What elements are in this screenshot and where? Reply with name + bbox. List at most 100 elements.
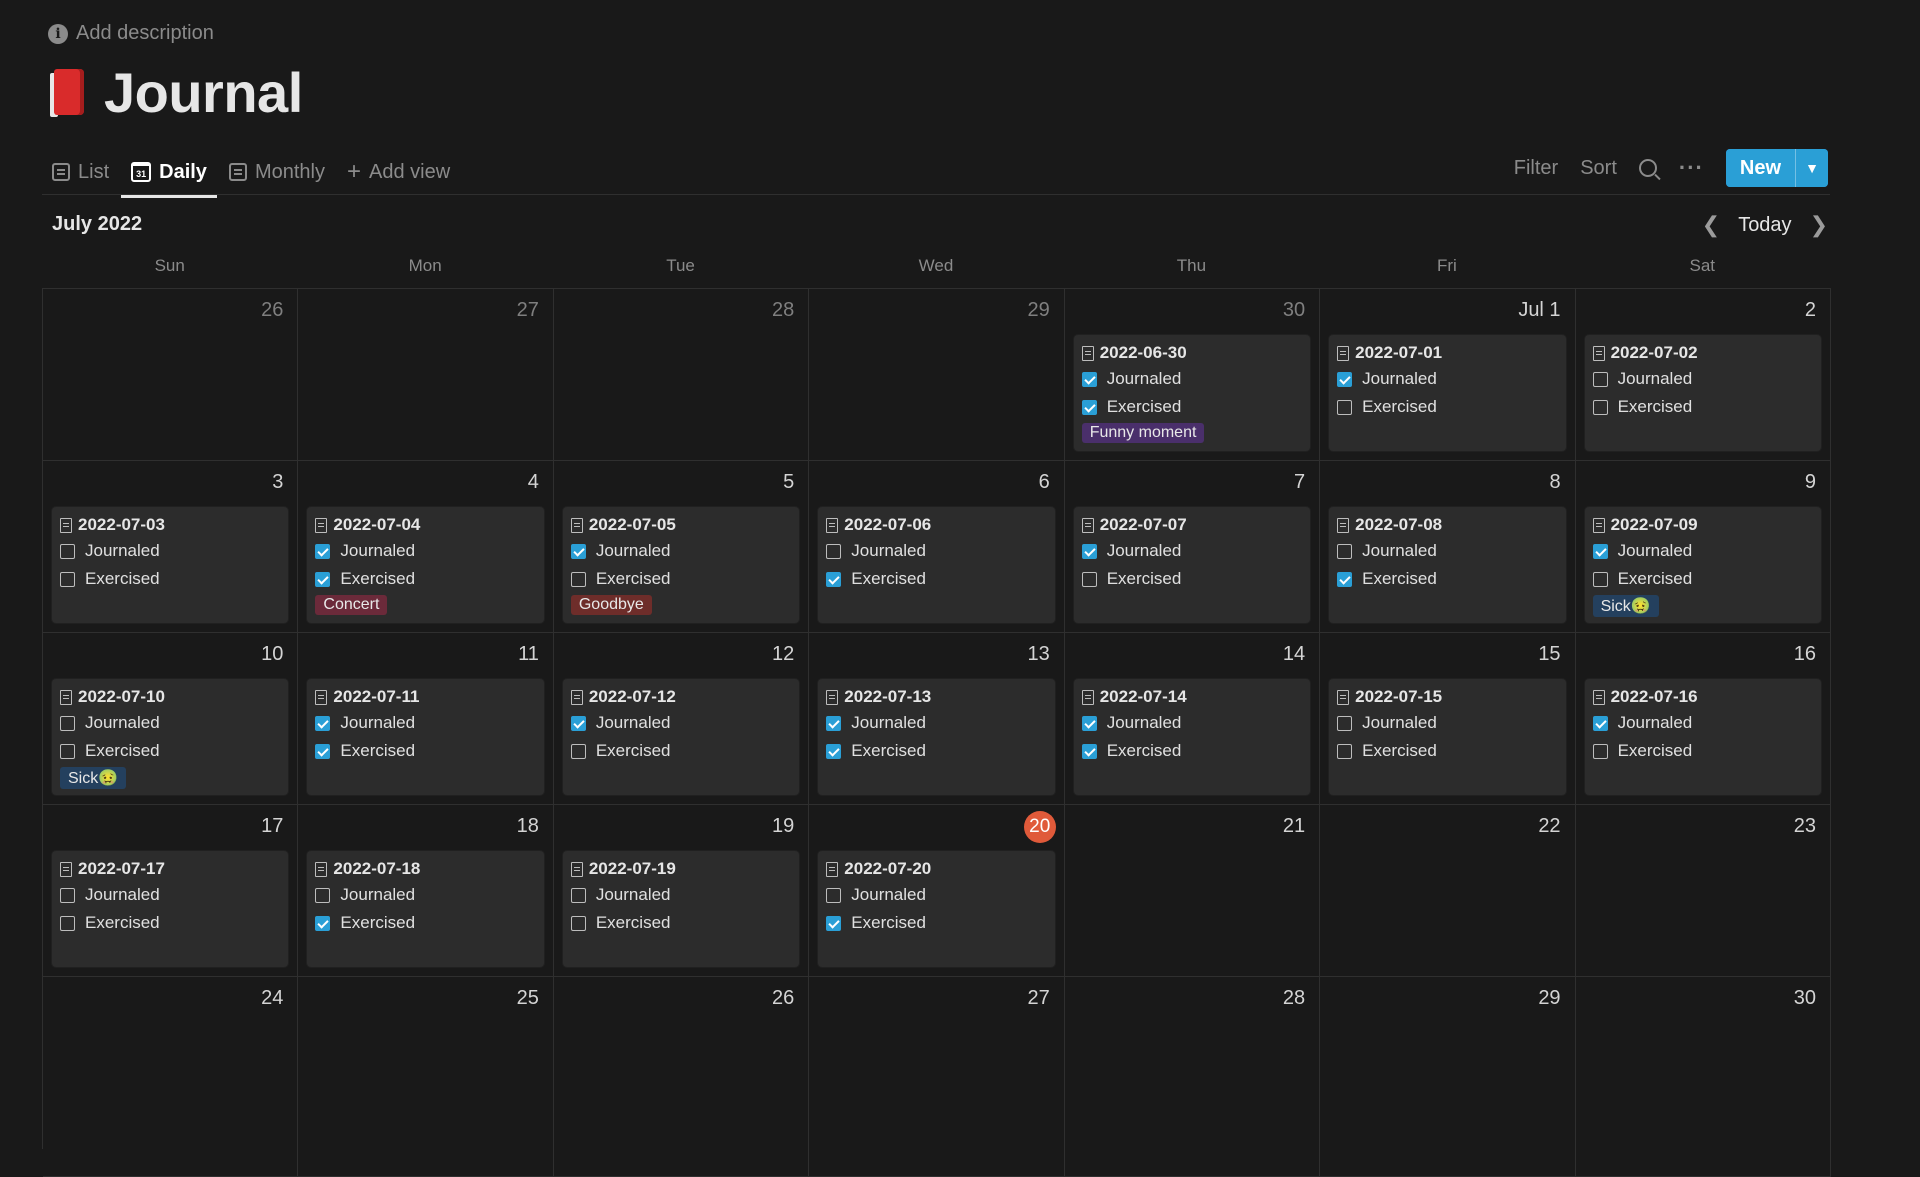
exercised-checkbox[interactable]: [826, 571, 842, 587]
journaled-checkbox[interactable]: [1592, 715, 1608, 731]
calendar-day-cell[interactable]: 8 2022-07-08 Journaled Exercised: [1320, 461, 1576, 633]
calendar-day-cell[interactable]: 26: [553, 977, 810, 1177]
journal-entry-card[interactable]: 2022-07-17 Journaled Exercised: [52, 851, 289, 967]
journaled-checkbox[interactable]: [1592, 543, 1608, 559]
journal-entry-card[interactable]: 2022-07-02 Journaled Exercised: [1584, 335, 1821, 451]
exercised-checkbox[interactable]: [1337, 743, 1353, 759]
calendar-day-cell[interactable]: 12 2022-07-12 Journaled Exercised: [553, 633, 810, 805]
journaled-checkbox[interactable]: [60, 887, 75, 903]
calendar-day-cell[interactable]: 23: [1575, 805, 1831, 977]
journaled-checkbox[interactable]: [1081, 715, 1097, 731]
journal-entry-card[interactable]: 2022-07-04 Journaled Exercised Concert: [307, 507, 544, 623]
journal-entry-card[interactable]: 2022-07-15 Journaled Exercised: [1329, 679, 1566, 795]
journaled-checkbox[interactable]: [1081, 371, 1097, 387]
calendar-day-cell[interactable]: 7 2022-07-07 Journaled Exercised: [1064, 461, 1321, 633]
exercised-checkbox[interactable]: [826, 915, 842, 931]
journal-entry-card[interactable]: 2022-07-01 Journaled Exercised: [1329, 335, 1566, 451]
journal-entry-card[interactable]: 2022-07-08 Journaled Exercised: [1329, 507, 1566, 623]
exercised-checkbox[interactable]: [570, 915, 586, 931]
tab-monthly[interactable]: Monthly: [228, 152, 325, 192]
filter-button[interactable]: Filter: [1514, 157, 1558, 180]
today-button[interactable]: Today: [1738, 214, 1791, 237]
red-book-icon[interactable]: [50, 68, 86, 117]
journal-entry-card[interactable]: 2022-07-09 Journaled Exercised Sick🤢: [1584, 507, 1821, 623]
calendar-day-cell[interactable]: 17 2022-07-17 Journaled Exercised: [43, 805, 299, 977]
calendar-day-cell[interactable]: 28: [553, 289, 810, 461]
journaled-checkbox[interactable]: [1337, 371, 1353, 387]
exercised-checkbox[interactable]: [315, 571, 331, 587]
calendar-day-cell[interactable]: 26: [43, 289, 299, 461]
journal-entry-card[interactable]: 2022-07-14 Journaled Exercised: [1073, 679, 1311, 795]
journal-entry-card[interactable]: 2022-07-19 Journaled Exercised: [562, 851, 800, 967]
calendar-day-cell[interactable]: 2 2022-07-02 Journaled Exercised: [1575, 289, 1831, 461]
add-view-button[interactable]: + Add view: [347, 152, 450, 192]
journaled-checkbox[interactable]: [826, 543, 842, 559]
exercised-checkbox[interactable]: [60, 743, 75, 759]
calendar-day-cell[interactable]: 14 2022-07-14 Journaled Exercised: [1064, 633, 1321, 805]
exercised-checkbox[interactable]: [826, 743, 842, 759]
journaled-checkbox[interactable]: [1337, 715, 1353, 731]
journal-entry-card[interactable]: 2022-07-10 Journaled Exercised Sick🤢: [52, 679, 289, 795]
journaled-checkbox[interactable]: [1337, 543, 1353, 559]
page-title-text[interactable]: Journal: [104, 60, 303, 125]
exercised-checkbox[interactable]: [1337, 399, 1353, 415]
journal-entry-card[interactable]: 2022-07-16 Journaled Exercised: [1584, 679, 1821, 795]
exercised-checkbox[interactable]: [315, 915, 331, 931]
journaled-checkbox[interactable]: [570, 543, 586, 559]
exercised-checkbox[interactable]: [1592, 743, 1608, 759]
calendar-day-cell[interactable]: 22: [1320, 805, 1576, 977]
more-options-icon[interactable]: ···: [1679, 155, 1704, 181]
calendar-day-cell[interactable]: 16 2022-07-16 Journaled Exercised: [1575, 633, 1831, 805]
calendar-day-cell[interactable]: 9 2022-07-09 Journaled Exercised Sick🤢: [1575, 461, 1831, 633]
exercised-checkbox[interactable]: [60, 915, 75, 931]
add-description[interactable]: i Add description: [48, 22, 214, 45]
calendar-day-cell[interactable]: 5 2022-07-05 Journaled Exercised Goodbye: [553, 461, 810, 633]
calendar-day-cell[interactable]: 6 2022-07-06 Journaled Exercised: [809, 461, 1065, 633]
calendar-day-cell[interactable]: 19 2022-07-19 Journaled Exercised: [553, 805, 810, 977]
exercised-checkbox[interactable]: [1337, 571, 1353, 587]
sort-button[interactable]: Sort: [1580, 157, 1617, 180]
exercised-checkbox[interactable]: [60, 571, 75, 587]
calendar-day-cell[interactable]: 30: [1575, 977, 1831, 1177]
calendar-day-cell[interactable]: 4 2022-07-04 Journaled Exercised Concert: [298, 461, 554, 633]
search-icon[interactable]: [1638, 159, 1657, 177]
calendar-day-cell[interactable]: 10 2022-07-10 Journaled Exercised Sick🤢: [43, 633, 299, 805]
exercised-checkbox[interactable]: [570, 743, 586, 759]
journal-entry-card[interactable]: 2022-07-06 Journaled Exercised: [818, 507, 1055, 623]
exercised-checkbox[interactable]: [1081, 399, 1097, 415]
journaled-checkbox[interactable]: [315, 543, 331, 559]
journaled-checkbox[interactable]: [570, 715, 586, 731]
calendar-day-cell[interactable]: 24: [43, 977, 299, 1177]
exercised-checkbox[interactable]: [1592, 571, 1608, 587]
journal-entry-card[interactable]: 2022-07-05 Journaled Exercised Goodbye: [562, 507, 800, 623]
journaled-checkbox[interactable]: [60, 543, 75, 559]
journaled-checkbox[interactable]: [826, 887, 842, 903]
journal-entry-card[interactable]: 2022-07-13 Journaled Exercised: [818, 679, 1055, 795]
calendar-day-cell[interactable]: 25: [298, 977, 554, 1177]
journal-entry-card[interactable]: 2022-07-07 Journaled Exercised: [1073, 507, 1311, 623]
journal-entry-card[interactable]: 2022-07-03 Journaled Exercised: [52, 507, 289, 623]
new-button[interactable]: New: [1725, 149, 1795, 187]
tab-list[interactable]: List: [52, 152, 109, 192]
calendar-day-cell[interactable]: 20 2022-07-20 Journaled Exercised: [809, 805, 1065, 977]
journal-entry-card[interactable]: 2022-06-30 Journaled Exercised Funny moment: [1073, 335, 1311, 451]
calendar-day-cell[interactable]: 11 2022-07-11 Journaled Exercised: [298, 633, 554, 805]
journal-entry-card[interactable]: 2022-07-11 Journaled Exercised: [307, 679, 544, 795]
journal-entry-card[interactable]: 2022-07-20 Journaled Exercised: [818, 851, 1055, 967]
journaled-checkbox[interactable]: [60, 715, 75, 731]
calendar-day-cell[interactable]: 3 2022-07-03 Journaled Exercised: [43, 461, 299, 633]
calendar-day-cell[interactable]: 29: [1320, 977, 1576, 1177]
calendar-day-cell[interactable]: 29: [809, 289, 1065, 461]
journaled-checkbox[interactable]: [826, 715, 842, 731]
calendar-day-cell[interactable]: 27: [809, 977, 1065, 1177]
calendar-day-cell[interactable]: 13 2022-07-13 Journaled Exercised: [809, 633, 1065, 805]
chevron-left-icon[interactable]: ❮: [1702, 212, 1720, 238]
journaled-checkbox[interactable]: [315, 715, 331, 731]
exercised-checkbox[interactable]: [1592, 399, 1608, 415]
calendar-day-cell[interactable]: 27: [298, 289, 554, 461]
exercised-checkbox[interactable]: [1081, 571, 1097, 587]
exercised-checkbox[interactable]: [315, 743, 331, 759]
calendar-day-cell[interactable]: 28: [1064, 977, 1321, 1177]
chevron-right-icon[interactable]: ❯: [1810, 212, 1828, 238]
journal-entry-card[interactable]: 2022-07-12 Journaled Exercised: [562, 679, 800, 795]
